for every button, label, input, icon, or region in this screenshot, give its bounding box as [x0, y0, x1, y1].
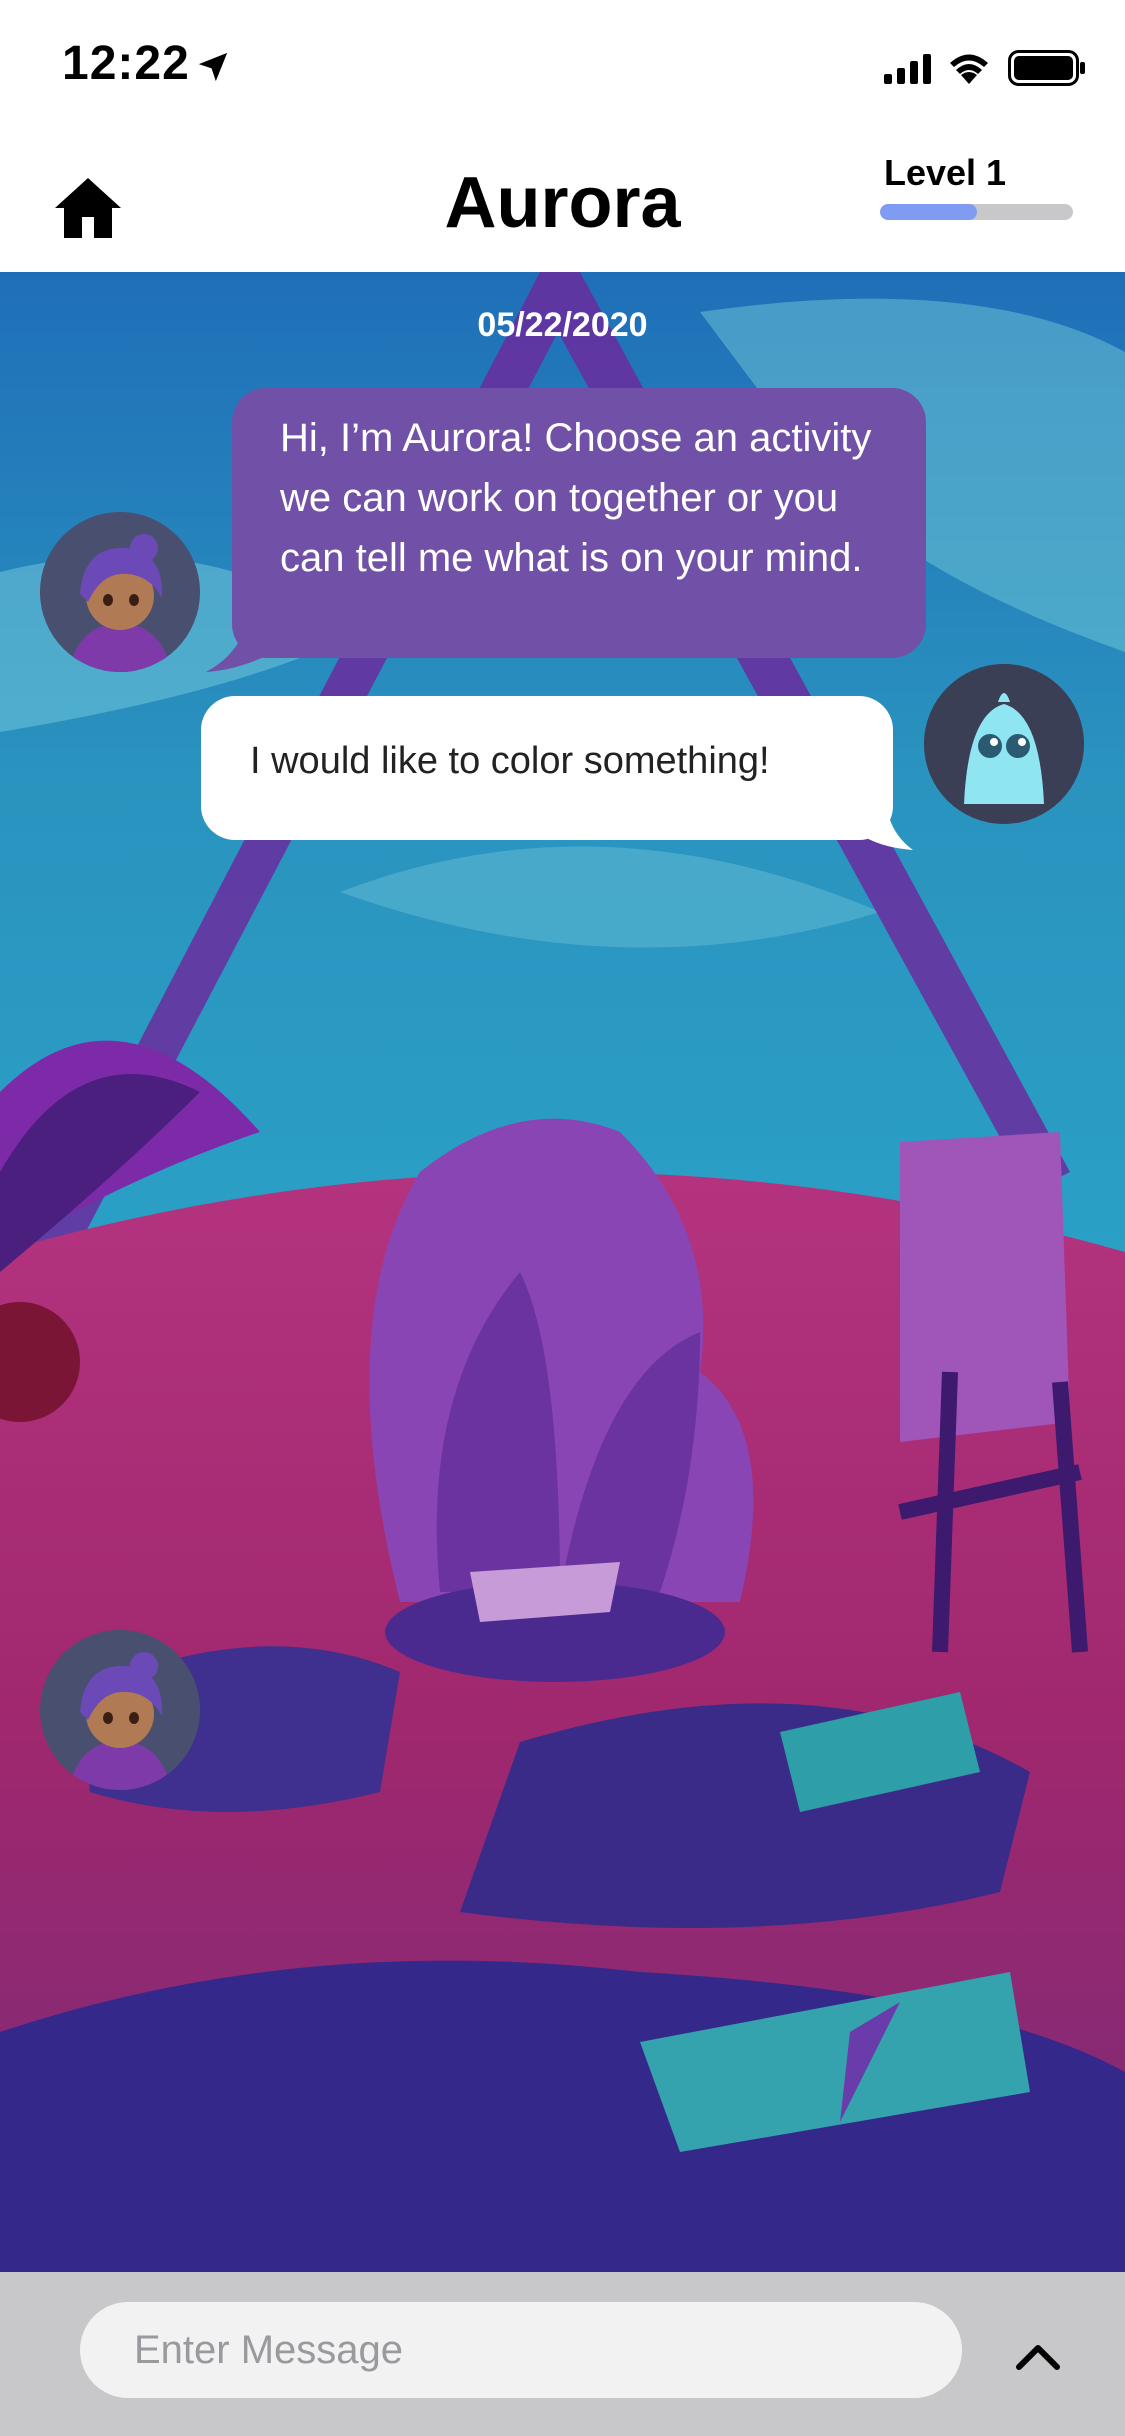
chevron-up-icon: [1016, 2345, 1060, 2370]
wifi-icon: [950, 54, 988, 84]
header: Aurora Level 1: [0, 132, 1125, 272]
level-label: Level 1: [884, 152, 1007, 193]
level-progress-fill: [880, 204, 977, 220]
chat-date: 05/22/2020: [477, 306, 648, 344]
chat-area: 05/22/2020 Hi, I’m Aurora! Choose an act…: [0, 272, 1125, 2272]
level-progress-bar: [880, 204, 1073, 220]
message-input-bar: [0, 2272, 1125, 2436]
message-input[interactable]: [80, 2302, 962, 2398]
user-message-text: I would like to color something!: [250, 740, 770, 782]
battery-icon: [1008, 50, 1085, 86]
signal-icon: [884, 54, 931, 84]
send-button[interactable]: [1000, 2318, 1076, 2394]
location-arrow-icon: [198, 52, 228, 82]
bot-avatar: [40, 512, 200, 672]
status-time: 12:22: [62, 37, 190, 90]
user-avatar: [924, 664, 1084, 824]
bot-avatar-typing: [40, 1630, 200, 1790]
status-bar: 12:22: [0, 0, 1125, 132]
bot-message-text: Hi, I’m Aurora! Choose an activity we ca…: [280, 416, 872, 580]
